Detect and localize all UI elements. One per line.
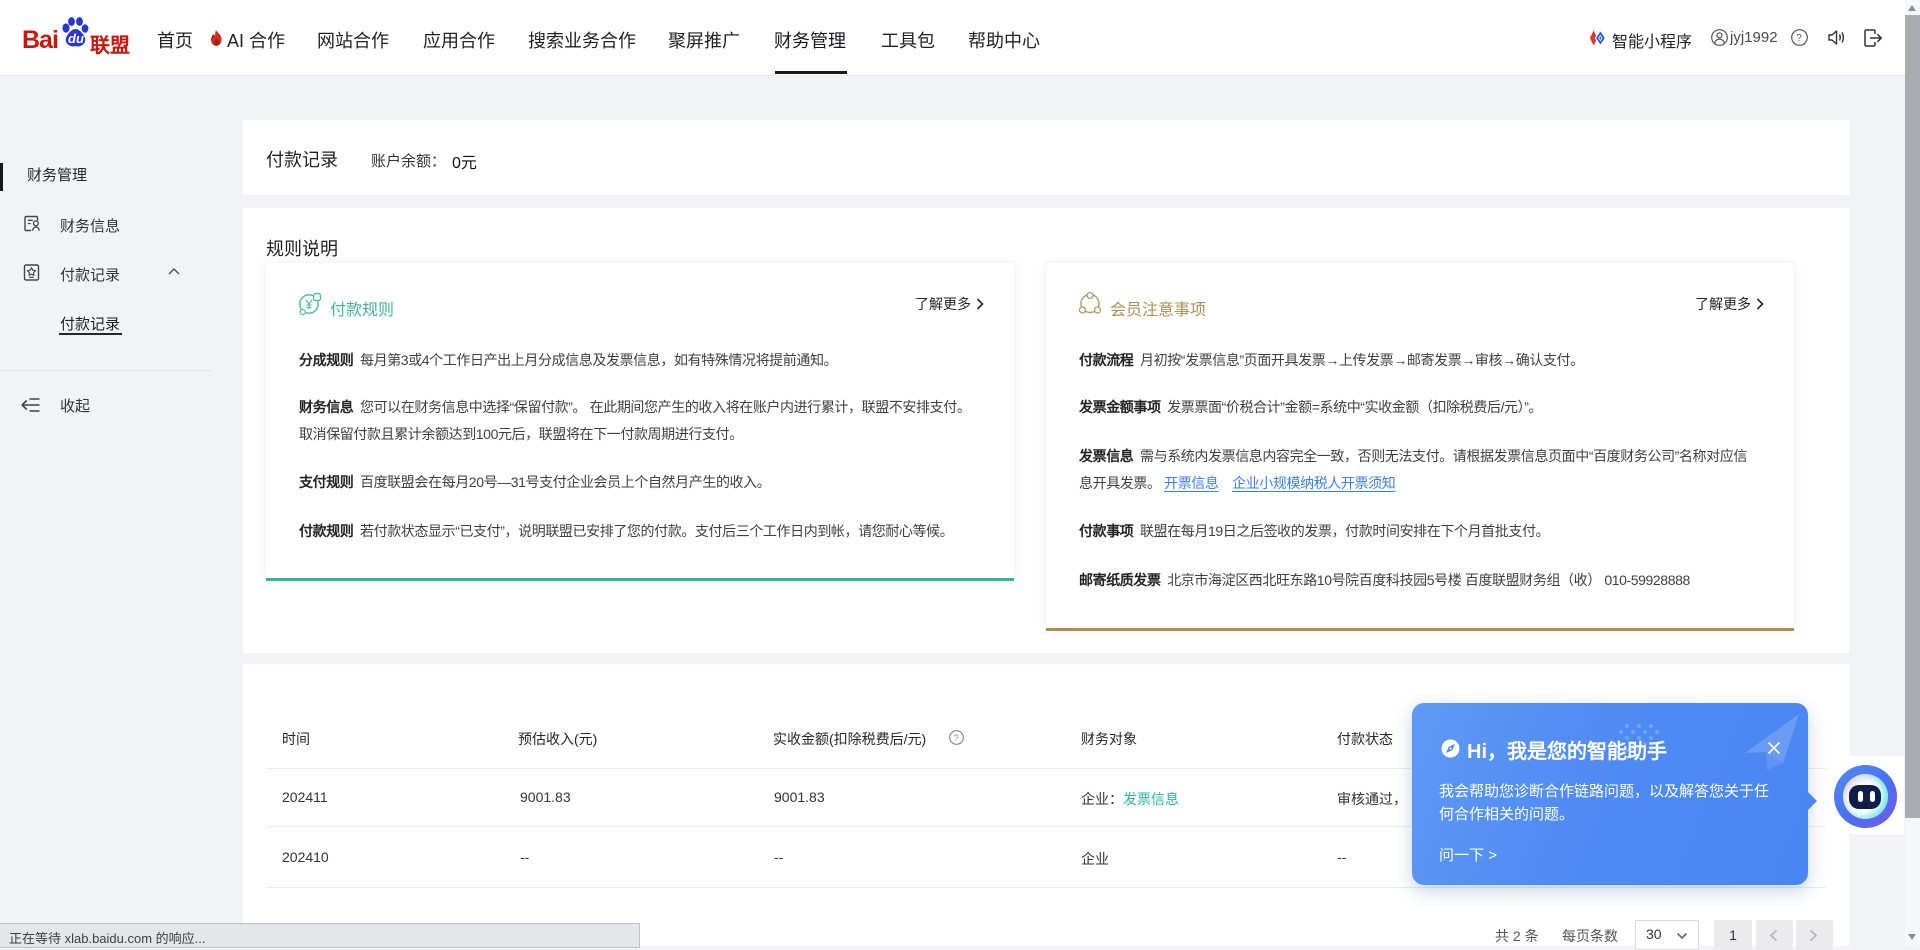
svg-text:?: ? — [954, 733, 959, 743]
svg-text:du: du — [68, 31, 84, 46]
svg-text:?: ? — [1796, 33, 1802, 44]
